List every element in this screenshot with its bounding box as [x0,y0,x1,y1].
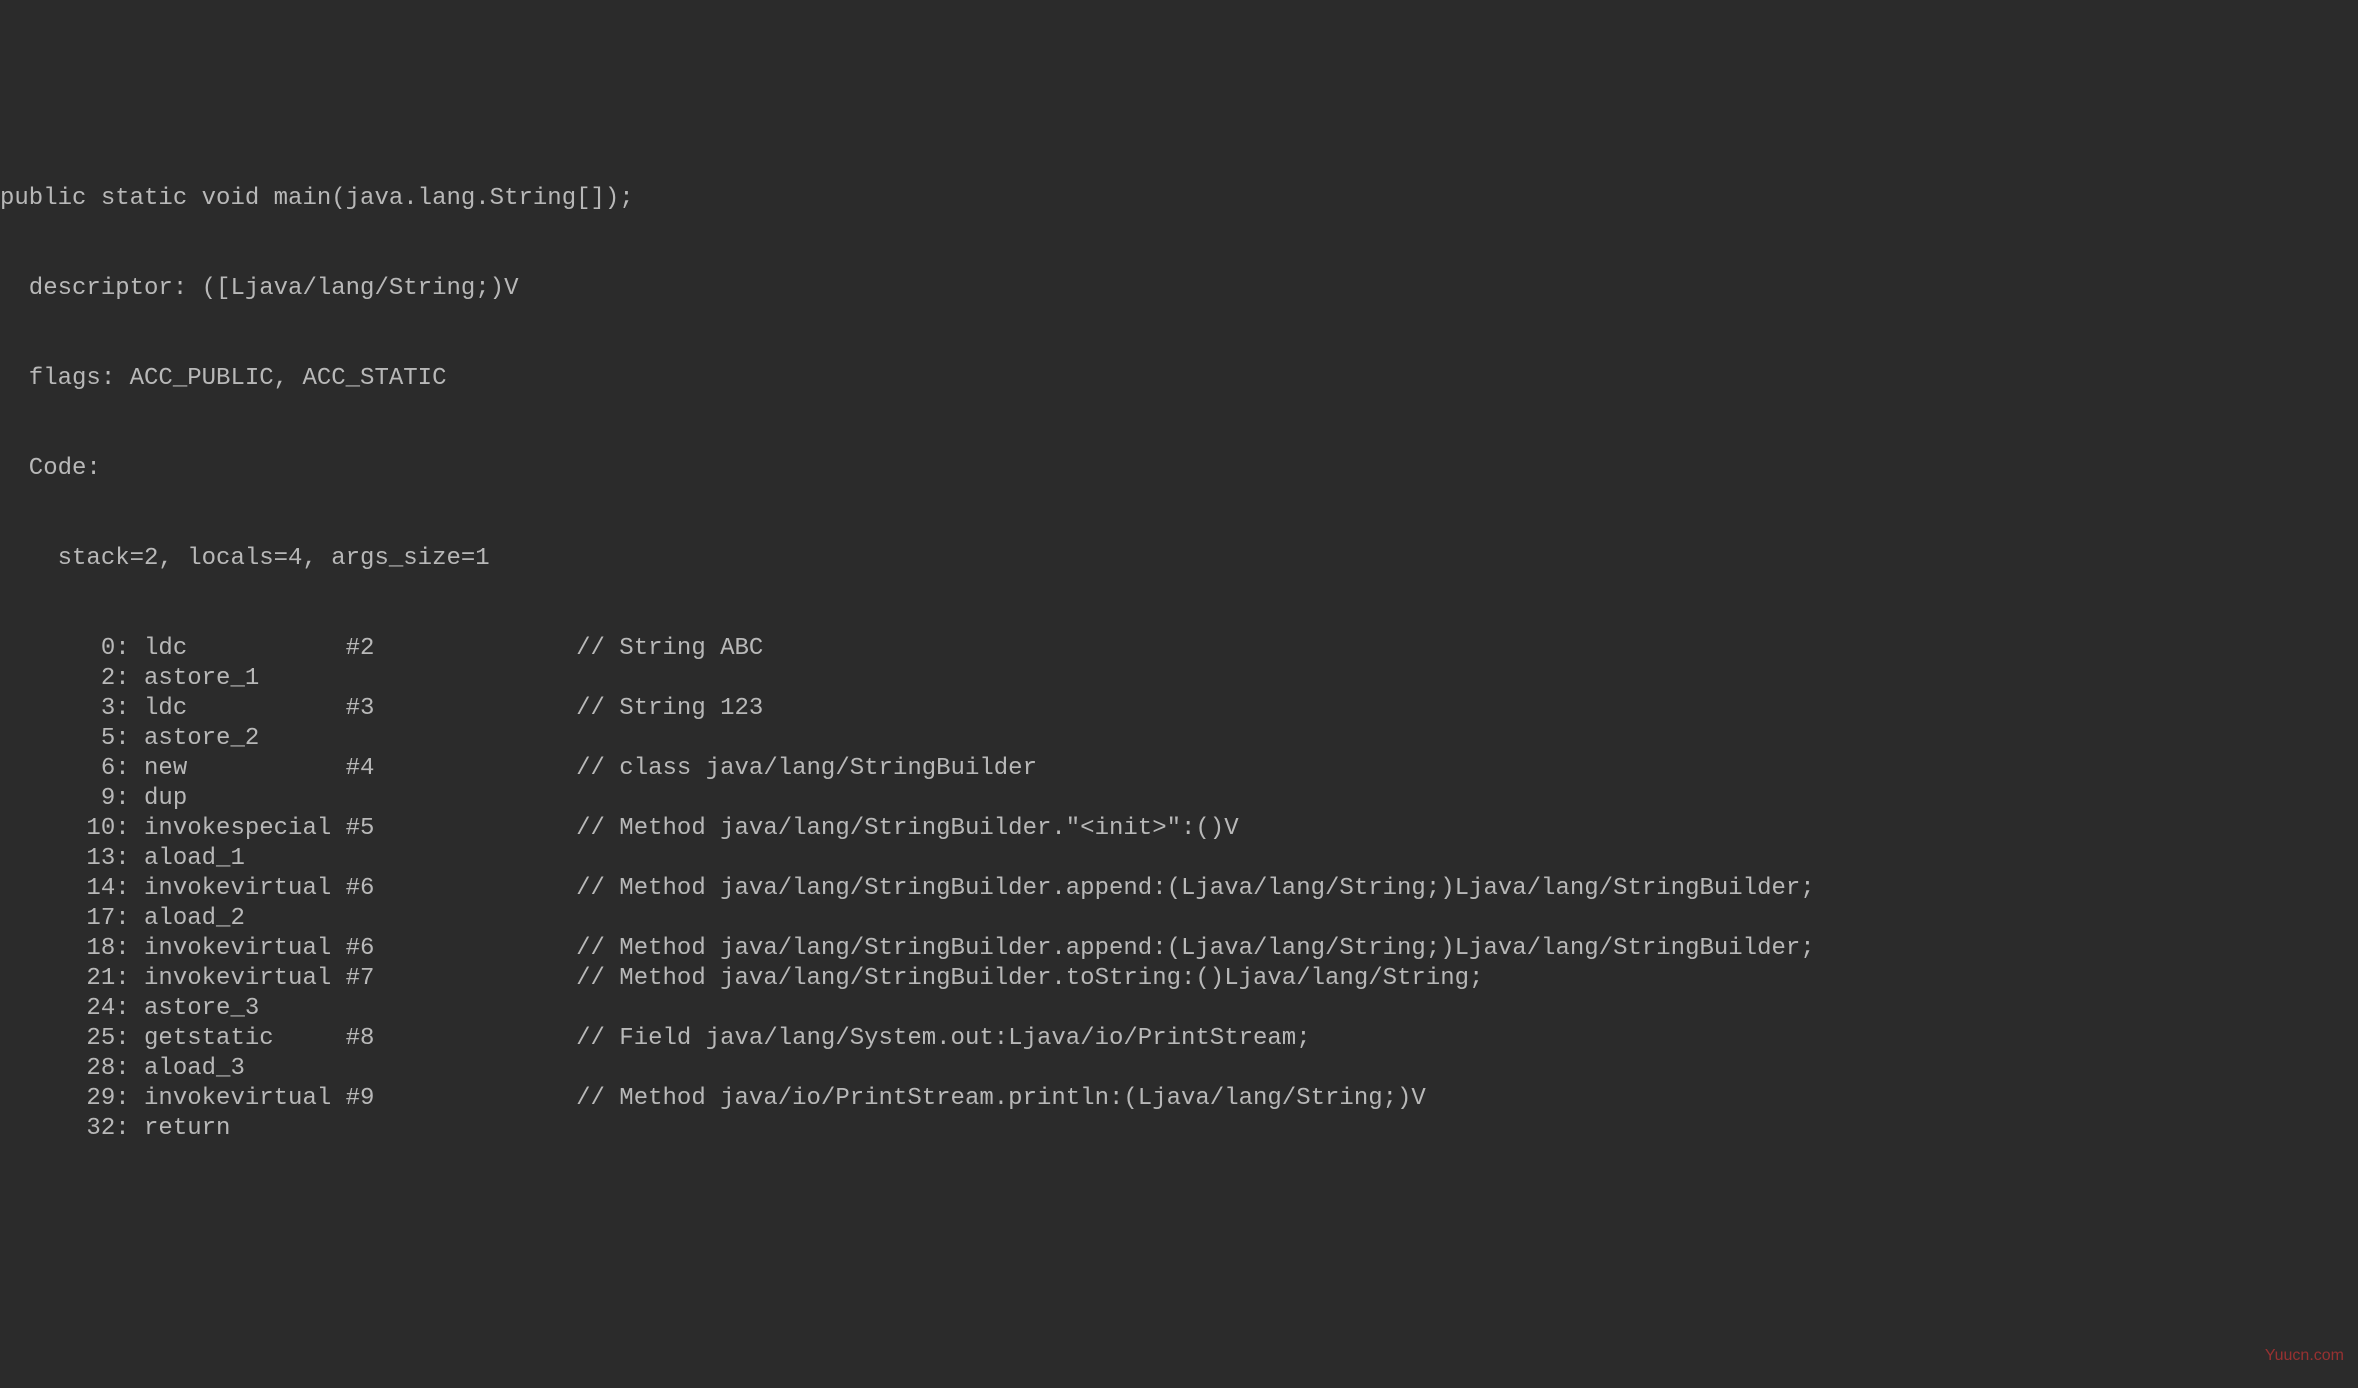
instruction-line: 5: astore_2 [0,724,2358,754]
instruction-line: 0: ldc #2 // String ABC [0,634,2358,664]
instruction-line: 9: dup [0,784,2358,814]
instruction-line: 24: astore_3 [0,994,2358,1024]
instruction-line: 13: aload_1 [0,844,2358,874]
instruction-line: 28: aload_3 [0,1054,2358,1084]
instruction-line: 6: new #4 // class java/lang/StringBuild… [0,754,2358,784]
instruction-list: 0: ldc #2 // String ABC 2: astore_1 3: l… [0,634,2358,1144]
bytecode-listing: public static void main(java.lang.String… [0,124,2358,1174]
instruction-line: 17: aload_2 [0,904,2358,934]
descriptor-line: descriptor: ([Ljava/lang/String;)V [0,274,2358,304]
stack-info: stack=2, locals=4, args_size=1 [0,544,2358,574]
instruction-line: 18: invokevirtual #6 // Method java/lang… [0,934,2358,964]
flags-line: flags: ACC_PUBLIC, ACC_STATIC [0,364,2358,394]
instruction-line: 3: ldc #3 // String 123 [0,694,2358,724]
instruction-line: 14: invokevirtual #6 // Method java/lang… [0,874,2358,904]
instruction-line: 29: invokevirtual #9 // Method java/io/P… [0,1084,2358,1114]
watermark: Yuucn.com [2265,1346,2344,1366]
instruction-line: 21: invokevirtual #7 // Method java/lang… [0,964,2358,994]
method-signature: public static void main(java.lang.String… [0,184,2358,214]
code-header: Code: [0,454,2358,484]
instruction-line: 10: invokespecial #5 // Method java/lang… [0,814,2358,844]
instruction-line: 25: getstatic #8 // Field java/lang/Syst… [0,1024,2358,1054]
instruction-line: 2: astore_1 [0,664,2358,694]
instruction-line: 32: return [0,1114,2358,1144]
